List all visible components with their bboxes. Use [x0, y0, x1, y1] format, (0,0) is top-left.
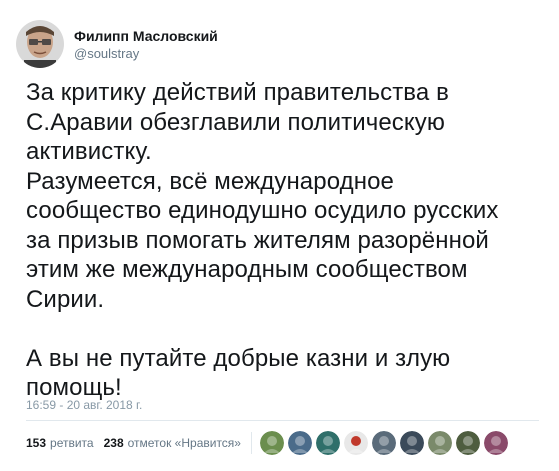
- avatar-icon: [427, 431, 452, 455]
- avatar-icon: [371, 431, 396, 455]
- likes-count: 238: [103, 436, 124, 450]
- avatar-icon: [455, 431, 480, 455]
- divider: [26, 420, 539, 421]
- retweets-count: 153: [26, 436, 47, 450]
- stats-separator: [250, 432, 252, 454]
- liker-avatar-4[interactable]: [343, 431, 368, 455]
- tweet-text-line: С.Аравии обезглавили политическую: [26, 108, 445, 136]
- tweet-text: За критику действий правительства в С.Ар…: [26, 78, 546, 403]
- display-name[interactable]: Филипп Масловский: [74, 27, 218, 45]
- retweets-stat[interactable]: 153 ретвита: [26, 436, 94, 450]
- author-names: Филипп Масловский @soulstray: [74, 27, 218, 62]
- liker-avatar-1[interactable]: [259, 431, 284, 455]
- tweet-header: Филипп Масловский @soulstray: [16, 18, 218, 70]
- tweet-card: Филипп Масловский @soulstray За критику …: [0, 0, 559, 471]
- tweet-text-line: А вы не путайте добрые казни и злую: [26, 344, 451, 372]
- avatar-icon: [287, 431, 312, 455]
- tweet-text-line: За критику действий правительства в: [26, 79, 449, 106]
- user-handle[interactable]: @soulstray: [74, 45, 218, 62]
- retweets-label: ретвита: [50, 436, 94, 450]
- tweet-text-line: этим же международным сообществом: [26, 256, 468, 283]
- tweet-timestamp[interactable]: 16:59 - 20 авг. 2018 г.: [26, 398, 142, 412]
- likes-label: отметок «Нравится»: [127, 436, 241, 450]
- liker-avatar-6[interactable]: [399, 431, 424, 455]
- avatar-icon: [259, 431, 284, 455]
- tweet-text-line: сообщество единодушно осудило русских: [26, 197, 499, 224]
- tweet-text-line: за призыв помогать жителям разорённой: [26, 226, 489, 254]
- avatar-icon: [343, 431, 368, 455]
- tweet-text-line: активистку.: [26, 138, 152, 165]
- liker-avatar-8[interactable]: [455, 431, 480, 455]
- avatar-icon: [483, 431, 508, 455]
- tweet-stats: 153 ретвита 238 отметок «Нравится»: [26, 428, 512, 458]
- tweet-text-line: Разумеется, всё международное: [26, 167, 394, 195]
- user-avatar-icon: [16, 20, 64, 68]
- avatar-icon: [315, 431, 340, 455]
- tweet-text-line: Сирии.: [26, 285, 105, 313]
- liker-avatar-3[interactable]: [315, 431, 340, 455]
- avatar-icon: [399, 431, 424, 455]
- liker-avatar-5[interactable]: [371, 431, 396, 455]
- liker-avatar-2[interactable]: [287, 431, 312, 455]
- liker-avatars: [259, 431, 512, 455]
- liker-avatar-9[interactable]: [483, 431, 508, 455]
- avatar[interactable]: [16, 20, 64, 68]
- liker-avatar-7[interactable]: [427, 431, 452, 455]
- likes-stat[interactable]: 238 отметок «Нравится»: [104, 436, 241, 450]
